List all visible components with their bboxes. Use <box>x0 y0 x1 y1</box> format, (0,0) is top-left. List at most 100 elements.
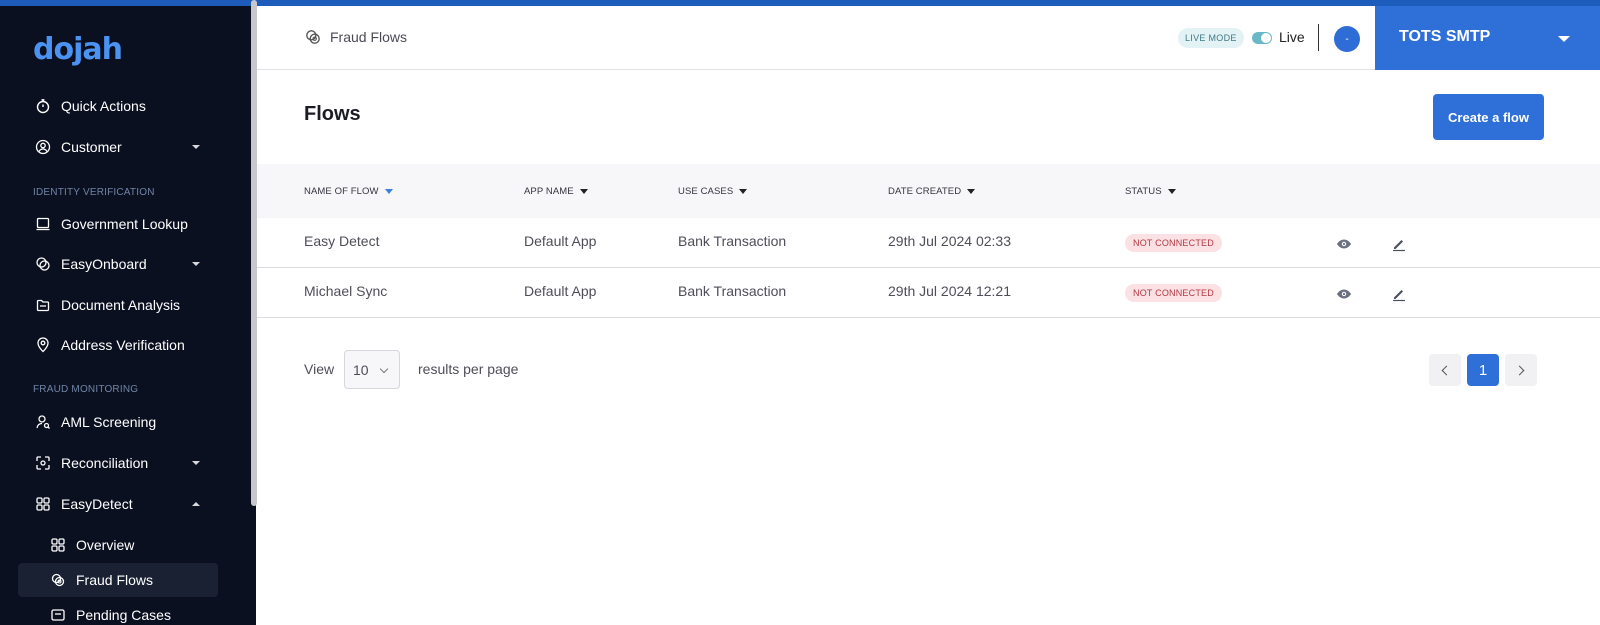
sidebar-item-overview[interactable]: Overview <box>18 528 218 562</box>
flow-name: Michael Sync <box>304 283 388 299</box>
sidebar-item-label: EasyOnboard <box>61 256 147 272</box>
per-page-value: 10 <box>353 361 369 378</box>
sidebar-item-label: Reconciliation <box>61 455 149 471</box>
date-created: 29th Jul 2024 02:33 <box>888 233 1011 249</box>
chevron-left-icon <box>1441 365 1452 375</box>
location-pin-icon <box>34 336 52 354</box>
sidebar-item-address-verification[interactable]: Address Verification <box>18 328 218 362</box>
sort-caret-icon <box>967 189 976 194</box>
sidebar-item-label: Overview <box>76 537 135 553</box>
prev-page-button[interactable] <box>1429 354 1461 386</box>
cases-icon <box>49 606 67 624</box>
sidebar-item-label: AML Screening <box>61 414 157 430</box>
next-page-button[interactable] <box>1505 354 1537 386</box>
page-1-button[interactable]: 1 <box>1467 354 1499 386</box>
dojah-logo[interactable]: dojah <box>33 32 123 67</box>
document-icon <box>34 296 52 314</box>
grid-icon <box>49 536 67 554</box>
sort-caret-icon <box>384 189 393 194</box>
column-header-app-name[interactable]: APP NAME <box>524 186 588 197</box>
sidebar-item-label: EasyDetect <box>61 496 133 512</box>
section-label-identity: IDENTITY VERIFICATION <box>33 187 155 198</box>
edit-pencil-icon[interactable] <box>1391 236 1407 252</box>
person-search-icon <box>34 413 52 431</box>
sidebar-item-aml-screening[interactable]: AML Screening <box>18 405 218 439</box>
section-label-fraud: FRAUD MONITORING <box>33 384 139 395</box>
view-eye-icon[interactable] <box>1336 236 1352 252</box>
column-header-label: DATE CREATED <box>888 186 962 197</box>
edit-pencil-icon[interactable] <box>1391 286 1407 302</box>
status-badge: NOT CONNECTED <box>1125 284 1222 302</box>
sort-caret-icon <box>739 189 748 194</box>
sidebar-item-fraud-flows[interactable]: Fraud Flows <box>18 563 218 597</box>
organization-switcher[interactable]: TOTS SMTP <box>1375 6 1600 70</box>
status-badge: NOT CONNECTED <box>1125 234 1222 252</box>
sidebar-item-label: Document Analysis <box>61 297 181 313</box>
sidebar-item-pending-cases[interactable]: Pending Cases <box>18 598 218 625</box>
live-mode-badge: LIVE MODE <box>1178 28 1244 48</box>
sidebar-item-reconciliation[interactable]: Reconciliation <box>18 446 218 480</box>
chevron-down-icon <box>192 262 200 266</box>
create-flow-button[interactable]: Create a flow <box>1433 94 1544 140</box>
breadcrumb-label: Fraud Flows <box>330 29 408 45</box>
column-header-label: APP NAME <box>524 186 574 197</box>
results-per-page-label: results per page <box>418 361 519 377</box>
use-case: Bank Transaction <box>678 233 787 249</box>
sort-caret-icon <box>1167 189 1176 194</box>
sidebar-item-easyonboard[interactable]: EasyOnboard <box>18 247 218 281</box>
sidebar-item-government-lookup[interactable]: Government Lookup <box>18 207 218 241</box>
column-header-name[interactable]: NAME OF FLOW <box>304 186 393 197</box>
per-page-select[interactable]: 10 <box>344 350 400 389</box>
top-header: Fraud Flows LIVE MODE Live - TOTS SMTP <box>257 6 1600 70</box>
stopwatch-icon <box>34 97 52 115</box>
column-header-status[interactable]: STATUS <box>1125 186 1176 197</box>
live-mode-toggle[interactable] <box>1252 32 1272 44</box>
chevron-down-icon <box>192 461 200 465</box>
sidebar-item-label: Fraud Flows <box>76 572 154 588</box>
app-name: Default App <box>524 283 597 299</box>
page-title: Flows <box>304 103 361 125</box>
reconcile-icon <box>34 454 52 472</box>
column-header-label: USE CASES <box>678 186 734 197</box>
toggle-knob <box>1261 33 1271 43</box>
table-row[interactable]: Michael Sync Default App Bank Transactio… <box>257 268 1600 318</box>
id-card-icon <box>34 215 52 233</box>
sidebar-item-label: Government Lookup <box>61 216 188 232</box>
chevron-down-icon <box>192 145 200 149</box>
grid-icon <box>34 495 52 513</box>
app-name: Default App <box>524 233 597 249</box>
chevron-right-icon <box>1514 365 1525 375</box>
view-label: View <box>304 361 335 377</box>
sidebar-item-document-analysis[interactable]: Document Analysis <box>18 288 218 322</box>
sidebar-item-label: Address Verification <box>61 337 185 353</box>
table-header: NAME OF FLOW APP NAME USE CASES DATE CRE… <box>257 164 1600 218</box>
chevron-down-icon <box>1558 36 1570 42</box>
header-divider <box>1318 24 1319 51</box>
breadcrumb: Fraud Flows <box>304 28 407 46</box>
use-case: Bank Transaction <box>678 283 787 299</box>
live-label: Live <box>1279 29 1305 45</box>
sidebar-item-label: Pending Cases <box>76 607 171 623</box>
sidebar-item-label: Customer <box>61 139 122 155</box>
column-header-label: NAME OF FLOW <box>304 186 379 197</box>
column-header-label: STATUS <box>1125 186 1162 197</box>
sidebar-item-easydetect[interactable]: EasyDetect <box>18 487 218 521</box>
sort-caret-icon <box>579 189 588 194</box>
fraud-flows-icon <box>49 571 67 589</box>
date-created: 29th Jul 2024 12:21 <box>888 283 1011 299</box>
sidebar-item-quick-actions[interactable]: Quick Actions <box>18 89 218 123</box>
column-header-use-cases[interactable]: USE CASES <box>678 186 748 197</box>
table-row[interactable]: Easy Detect Default App Bank Transaction… <box>257 218 1600 268</box>
view-eye-icon[interactable] <box>1336 286 1352 302</box>
chevron-down-icon <box>379 364 389 374</box>
link-icon <box>34 255 52 273</box>
user-circle-icon <box>34 138 52 156</box>
sidebar-item-label: Quick Actions <box>61 98 146 114</box>
sidebar: dojah Quick Actions Customer IDENTITY VE… <box>0 6 256 625</box>
flow-name: Easy Detect <box>304 233 380 249</box>
column-header-date-created[interactable]: DATE CREATED <box>888 186 976 197</box>
sidebar-item-customer[interactable]: Customer <box>18 130 218 164</box>
org-name: TOTS SMTP <box>1399 28 1491 45</box>
avatar[interactable]: - <box>1334 26 1360 52</box>
chevron-up-icon <box>192 502 200 506</box>
